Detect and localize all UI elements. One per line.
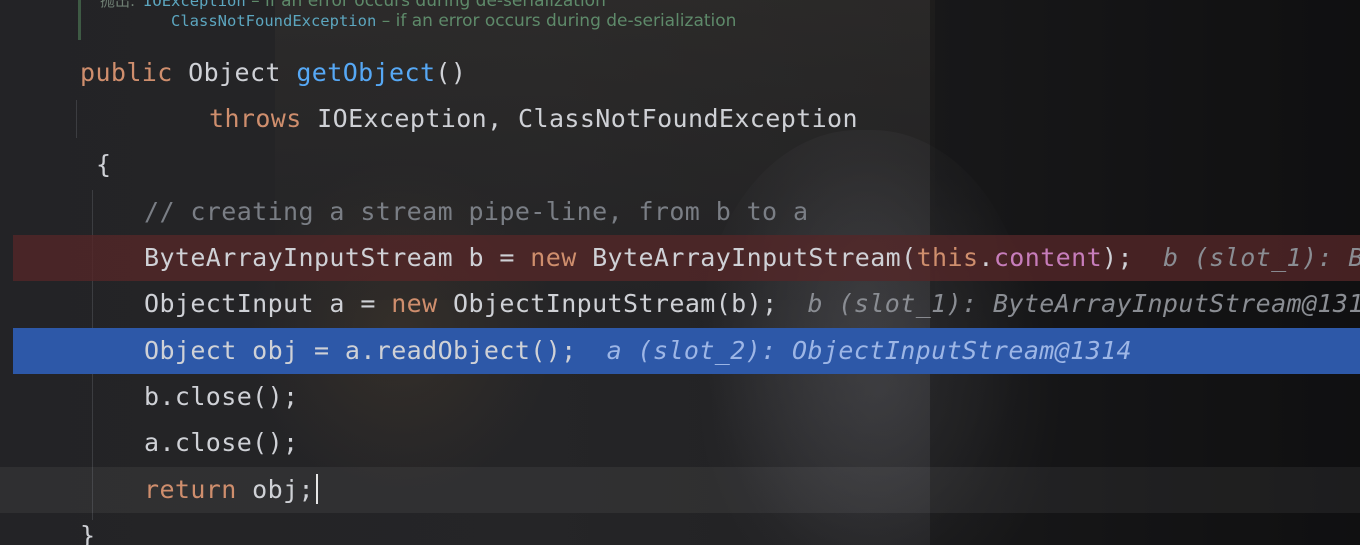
code-line-current-execution[interactable]: Object obj = a.readObject(); a (slot_2): … bbox=[13, 328, 1360, 374]
keyword-public: public bbox=[80, 58, 173, 87]
code-segment: ObjectInputStream(b); bbox=[437, 289, 778, 318]
code-line-close-b[interactable]: b.close(); bbox=[0, 374, 1360, 420]
javadoc-throws-label: 抛出: bbox=[100, 0, 136, 10]
keyword-new: new bbox=[530, 243, 577, 272]
code-text: ByteArrayInputStream b = new ByteArrayIn… bbox=[144, 235, 1360, 281]
javadoc-exception-name: IOException bbox=[143, 0, 246, 10]
comment-text: // creating a stream pipe-line, from b t… bbox=[144, 197, 809, 226]
code-line-breakpoint[interactable]: ByteArrayInputStream b = new ByteArrayIn… bbox=[13, 235, 1360, 281]
code-segment: Object obj = a.readObject(); bbox=[144, 336, 577, 365]
parens: () bbox=[435, 58, 467, 87]
inline-debug-value[interactable]: b (slot_1): ByteArrayInputStream@1313 bbox=[808, 289, 1360, 318]
javadoc-exception-name: ClassNotFoundException bbox=[171, 12, 377, 30]
javadoc-description: if an error occurs during de-serializati… bbox=[395, 11, 737, 31]
code-editor[interactable]: 抛出: IOException – if an error occurs duri… bbox=[0, 0, 1360, 545]
code-line-throws[interactable]: throws IOException, ClassNotFoundExcepti… bbox=[0, 96, 1360, 142]
text-caret bbox=[315, 474, 318, 504]
code-line-return[interactable]: return obj; bbox=[0, 467, 1360, 513]
code-text: ObjectInput a = new ObjectInputStream(b)… bbox=[144, 281, 1360, 327]
code-segment: ObjectInput a = bbox=[144, 289, 392, 318]
code-line-close-a[interactable]: a.close(); bbox=[0, 420, 1360, 466]
return-type: Object bbox=[172, 58, 297, 87]
javadoc-throws-line: ClassNotFoundException – if an error occ… bbox=[100, 10, 736, 32]
keyword-new: new bbox=[391, 289, 438, 318]
keyword-return: return bbox=[144, 475, 237, 504]
code-text: throws IOException, ClassNotFoundExcepti… bbox=[209, 96, 858, 142]
inline-debug-value[interactable]: a (slot_2): ObjectInputStream@1314 bbox=[607, 336, 1132, 365]
open-brace: { bbox=[96, 150, 112, 179]
code-line-comment[interactable]: // creating a stream pipe-line, from b t… bbox=[0, 189, 1360, 235]
code-text: a.close(); bbox=[144, 428, 299, 457]
close-brace: } bbox=[80, 521, 96, 545]
javadoc-bar bbox=[78, 0, 81, 40]
code-line-object-input[interactable]: ObjectInput a = new ObjectInputStream(b)… bbox=[0, 281, 1360, 327]
code-segment: ); bbox=[1102, 243, 1133, 272]
javadoc-separator: – bbox=[376, 11, 396, 31]
keyword-throws: throws bbox=[209, 104, 302, 133]
keyword-this: this bbox=[916, 243, 979, 272]
code-segment: . bbox=[978, 243, 994, 272]
code-segment: ByteArrayInputStream( bbox=[576, 243, 917, 272]
code-line-close-brace[interactable]: } bbox=[0, 513, 1360, 545]
method-name: getObject bbox=[296, 58, 436, 87]
code-line-open-brace[interactable]: { bbox=[0, 142, 1360, 188]
exception-list: IOException, ClassNotFoundException bbox=[301, 104, 858, 133]
inline-debug-value[interactable]: b (slot_1): ByteArrayInputStream@1313 bbox=[1163, 243, 1360, 272]
code-text: Object obj = a.readObject(); a (slot_2): … bbox=[144, 328, 1132, 374]
code-segment: obj; bbox=[236, 475, 314, 504]
field-content: content bbox=[993, 243, 1103, 272]
code-text: b.close(); bbox=[144, 382, 299, 411]
code-text: public Object getObject() bbox=[80, 50, 466, 96]
code-text: return obj; bbox=[144, 467, 318, 513]
code-segment: ByteArrayInputStream b = bbox=[144, 243, 531, 272]
code-line-signature[interactable]: public Object getObject() bbox=[0, 50, 1360, 96]
